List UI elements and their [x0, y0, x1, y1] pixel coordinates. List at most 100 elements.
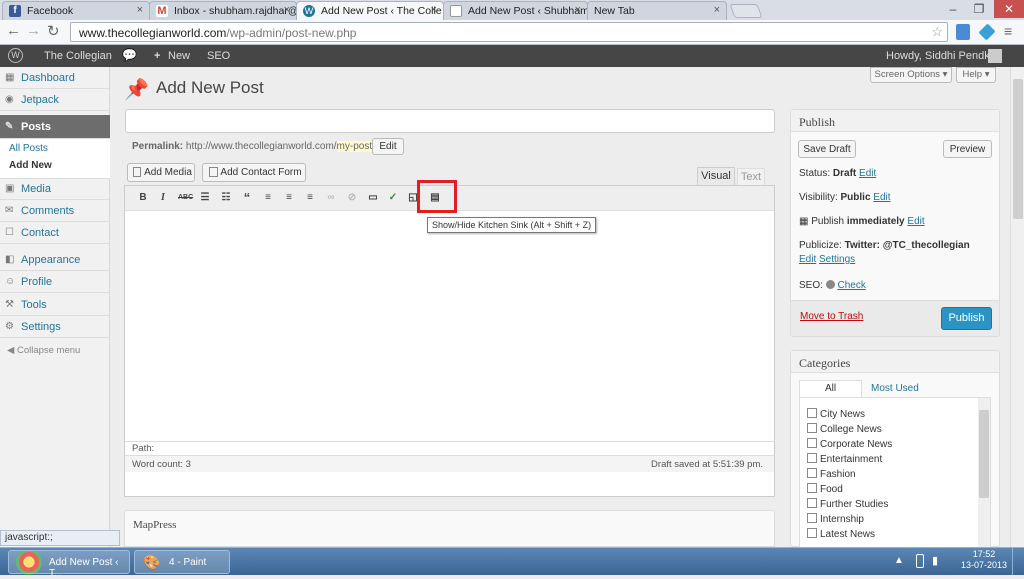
sidebar-item-media[interactable]: ▣ Media: [0, 178, 110, 200]
address-bar[interactable]: www.thecollegianworld.com/wp-admin/post-…: [70, 22, 948, 42]
new-tab-button[interactable]: [729, 4, 763, 18]
page-scrollbar[interactable]: [1010, 67, 1024, 547]
sidebar-item-profile[interactable]: ☺ Profile: [0, 271, 110, 293]
settings-menu-icon[interactable]: ≡: [1004, 23, 1012, 39]
save-draft-button[interactable]: Save Draft: [798, 140, 856, 158]
link-icon[interactable]: ∞: [325, 192, 337, 204]
status-edit-link[interactable]: Edit: [859, 168, 876, 179]
tray-signal-icon[interactable]: ▮: [932, 554, 938, 567]
category-checkbox[interactable]: Internship: [807, 513, 864, 525]
seo-check-link[interactable]: Check: [837, 280, 865, 291]
wordpress-logo-icon[interactable]: W: [8, 48, 23, 63]
mappress-box: MapPress: [124, 510, 775, 547]
browser-tab-add-new-post[interactable]: W Add New Post ‹ The Colle ×: [296, 1, 444, 20]
align-center-icon[interactable]: ≡: [283, 192, 295, 204]
new-content-link[interactable]: New: [168, 50, 190, 62]
close-icon[interactable]: ×: [431, 4, 437, 16]
minimize-icon[interactable]: ‒: [940, 0, 966, 18]
sidebar-item-jetpack[interactable]: ◉ Jetpack: [0, 89, 110, 111]
category-checkbox[interactable]: College News: [807, 423, 882, 435]
screen-options-button[interactable]: Screen Options ▾: [870, 67, 952, 83]
category-checkbox[interactable]: Corporate News: [807, 438, 892, 450]
collapse-menu-button[interactable]: ◀ Collapse menu: [7, 345, 80, 356]
close-icon[interactable]: ×: [714, 4, 720, 16]
visibility-edit-link[interactable]: Edit: [873, 192, 890, 203]
align-right-icon[interactable]: ≡: [304, 192, 316, 204]
taskbar-clock[interactable]: 17:52 13-07-2013: [960, 549, 1008, 571]
browser-tab-new-tab[interactable]: New Tab ×: [587, 1, 727, 20]
permalink-edit-button[interactable]: Edit: [372, 138, 404, 155]
reload-icon[interactable]: ↻: [47, 22, 60, 40]
tab-visual[interactable]: Visual: [697, 167, 735, 185]
move-to-trash-link[interactable]: Move to Trash: [800, 311, 863, 322]
category-checkbox[interactable]: Entertainment: [807, 453, 882, 465]
close-icon[interactable]: ×: [137, 4, 143, 16]
back-icon[interactable]: ←: [6, 22, 21, 39]
add-media-button[interactable]: Add Media: [127, 163, 195, 182]
submenu-add-new[interactable]: Add New: [9, 160, 52, 171]
preview-button[interactable]: Preview: [943, 140, 992, 158]
close-icon[interactable]: ×: [575, 4, 581, 16]
publish-button[interactable]: Publish: [941, 307, 992, 330]
unlink-icon[interactable]: ⊘: [346, 192, 358, 204]
tab-text[interactable]: Text: [737, 168, 765, 185]
spellcheck-icon[interactable]: ✓: [387, 192, 399, 204]
scrollbar-thumb[interactable]: [979, 410, 989, 498]
forward-icon[interactable]: →: [26, 22, 41, 39]
category-checkbox[interactable]: City News: [807, 408, 865, 420]
strikethrough-icon[interactable]: ABC: [178, 192, 193, 204]
more-tag-icon[interactable]: ▭: [367, 192, 379, 204]
post-title-input[interactable]: [125, 109, 775, 133]
sidebar-item-settings[interactable]: ⚙ Settings: [0, 316, 110, 338]
publish-box: Publish Save Draft Preview Status: Draft…: [790, 109, 1000, 337]
sidebar-item-posts[interactable]: ✎ Posts: [0, 115, 110, 139]
numbered-list-icon[interactable]: ☷: [220, 192, 232, 204]
taskbar-item-paint[interactable]: 🎨 4 - Paint: [134, 550, 230, 574]
site-name-link[interactable]: The Collegian: [44, 50, 112, 62]
tray-up-arrow-icon[interactable]: ▲: [894, 555, 904, 566]
sidebar-item-appearance[interactable]: ◧ Appearance: [0, 249, 110, 271]
browser-tab-facebook[interactable]: f Facebook ×: [2, 1, 150, 20]
category-checkbox[interactable]: Fashion: [807, 468, 856, 480]
help-button[interactable]: Help ▾: [956, 67, 996, 83]
tab-most-used[interactable]: Most Used: [871, 381, 919, 397]
add-contact-form-button[interactable]: Add Contact Form: [202, 163, 306, 182]
italic-icon[interactable]: I: [157, 192, 169, 204]
browser-tab-gmail[interactable]: M Inbox - shubham.rajdhar@ ×: [149, 1, 297, 20]
extension-icon[interactable]: [956, 24, 970, 40]
sidebar-item-tools[interactable]: ⚒ Tools: [0, 294, 110, 316]
close-icon[interactable]: ×: [284, 4, 290, 16]
publicize-settings-link[interactable]: Settings: [819, 254, 855, 265]
sidebar-item-comments[interactable]: ✉ Comments: [0, 200, 110, 222]
seo-menu-link[interactable]: SEO: [207, 50, 230, 62]
taskbar-item-label: Add New Post ‹ T...: [49, 557, 119, 579]
restore-icon[interactable]: ❐: [966, 0, 992, 18]
browser-tab-shubham[interactable]: Add New Post ‹ Shubham ×: [443, 1, 588, 20]
tab-all-categories[interactable]: All Categories: [799, 380, 862, 410]
sidebar-item-dashboard[interactable]: ▦ Dashboard: [0, 67, 110, 89]
avatar[interactable]: [988, 49, 1002, 63]
publicize-edit-link[interactable]: Edit: [799, 254, 816, 265]
align-left-icon[interactable]: ≡: [262, 192, 274, 204]
howdy-user-link[interactable]: Howdy, Siddhi Pendke: [886, 50, 996, 62]
category-checkbox[interactable]: Food: [807, 483, 843, 495]
blockquote-icon[interactable]: “: [241, 191, 253, 204]
window-close-icon[interactable]: ✕: [994, 0, 1024, 18]
schedule-edit-link[interactable]: Edit: [907, 216, 924, 227]
category-checkbox[interactable]: Latest News: [807, 528, 875, 540]
submenu-all-posts[interactable]: All Posts: [9, 143, 48, 154]
tray-battery-icon[interactable]: [916, 554, 924, 568]
wordpress-icon: W: [303, 5, 315, 17]
page-scrollbar-thumb[interactable]: [1013, 79, 1023, 219]
category-checkbox[interactable]: Further Studies: [807, 498, 888, 510]
sidebar-item-contact[interactable]: ☐ Contact: [0, 222, 110, 244]
scrollbar[interactable]: [978, 398, 990, 547]
star-icon[interactable]: ☆: [931, 24, 943, 40]
bold-icon[interactable]: B: [137, 192, 149, 204]
taskbar-item-chrome[interactable]: Add New Post ‹ T...: [8, 550, 130, 579]
extension-icon[interactable]: [978, 23, 996, 41]
sidebar-item-label: Dashboard: [21, 72, 75, 84]
bullet-list-icon[interactable]: ☰: [199, 192, 211, 204]
comments-icon[interactable]: 💬: [122, 48, 137, 62]
show-desktop-button[interactable]: [1012, 548, 1024, 575]
